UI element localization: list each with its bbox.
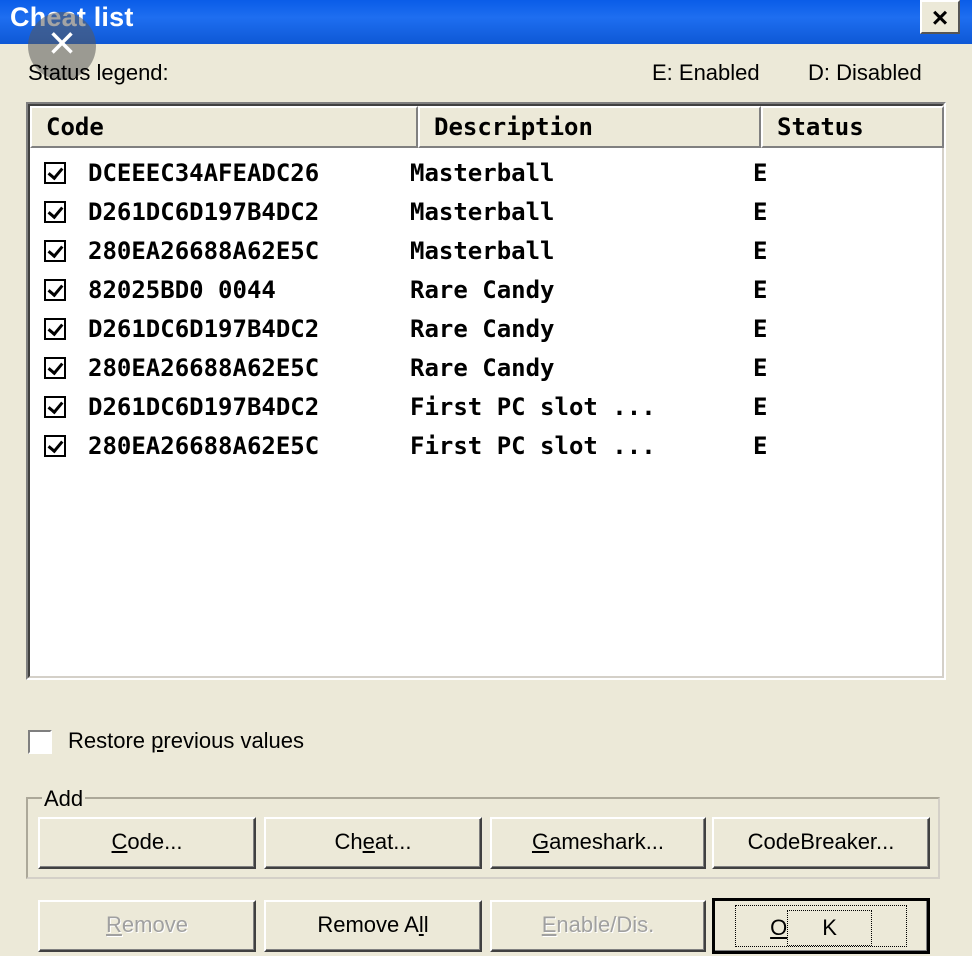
- row-code: 280EA26688A62E5C: [88, 354, 320, 382]
- row-code: 280EA26688A62E5C: [88, 432, 320, 460]
- table-row[interactable]: 280EA26688A62E5C Masterball E: [44, 232, 767, 270]
- table-row[interactable]: 82025BD0 0044 Rare Candy E: [44, 271, 767, 309]
- row-checkbox[interactable]: [44, 240, 66, 262]
- row-code: D261DC6D197B4DC2: [88, 198, 320, 226]
- row-description: Masterball: [410, 159, 555, 187]
- row-checkbox[interactable]: [44, 162, 66, 184]
- row-checkbox[interactable]: [44, 435, 66, 457]
- row-status: E: [753, 354, 768, 382]
- add-codebreaker-button[interactable]: CodeBreaker...: [712, 817, 930, 869]
- row-description: Masterball: [410, 237, 555, 265]
- table-row[interactable]: D261DC6D197B4DC2 Masterball E: [44, 193, 767, 231]
- row-checkbox[interactable]: [44, 396, 66, 418]
- title-bar: Cheat list: [0, 0, 972, 44]
- row-status: E: [753, 198, 768, 226]
- row-checkbox[interactable]: [44, 201, 66, 223]
- row-description: Rare Candy: [410, 315, 555, 343]
- column-header-status[interactable]: Status: [761, 106, 944, 148]
- legend-disabled: D: Disabled: [808, 60, 922, 85]
- row-code: DCEEEC34AFEADC26: [88, 159, 320, 187]
- list-header: Code Description Status: [30, 106, 944, 150]
- cheat-list[interactable]: Code Description Status DCEEEC34AFEADC26…: [26, 102, 946, 680]
- close-button[interactable]: ×: [920, 0, 960, 34]
- row-status: E: [753, 315, 768, 343]
- remove-all-button[interactable]: Remove All: [264, 900, 482, 952]
- add-code-button[interactable]: Code...: [38, 817, 256, 869]
- row-description: Masterball: [410, 198, 555, 226]
- column-header-description[interactable]: Description: [418, 106, 761, 148]
- status-legend-label: Status legend:: [28, 60, 169, 85]
- row-checkbox[interactable]: [44, 357, 66, 379]
- add-cheat-button[interactable]: Cheat...: [264, 817, 482, 869]
- row-description: Rare Candy: [410, 276, 555, 304]
- row-code: 82025BD0 0044: [88, 276, 276, 304]
- row-checkbox[interactable]: [44, 318, 66, 340]
- row-code: D261DC6D197B4DC2: [88, 393, 320, 421]
- add-group-label: Add: [42, 786, 86, 812]
- table-row[interactable]: D261DC6D197B4DC2 Rare Candy E: [44, 310, 767, 348]
- legend-enabled: E: Enabled: [652, 60, 760, 85]
- ok-button[interactable]: OK: [712, 898, 930, 954]
- row-status: E: [753, 159, 768, 187]
- row-code: D261DC6D197B4DC2: [88, 315, 320, 343]
- table-row[interactable]: 280EA26688A62E5C First PC slot ... E: [44, 427, 767, 465]
- restore-previous-values-label: Restore previous values: [68, 728, 305, 753]
- row-checkbox[interactable]: [44, 279, 66, 301]
- row-status: E: [753, 276, 768, 304]
- row-status: E: [753, 432, 768, 460]
- row-description: First PC slot ...: [410, 393, 656, 421]
- table-row[interactable]: D261DC6D197B4DC2 First PC slot ... E: [44, 388, 767, 426]
- enable-disable-button[interactable]: Enable/Dis.: [490, 900, 706, 952]
- remove-button[interactable]: Remove: [38, 900, 256, 952]
- add-gameshark-button[interactable]: Gameshark...: [490, 817, 706, 869]
- row-description: Rare Candy: [410, 354, 555, 382]
- table-row[interactable]: 280EA26688A62E5C Rare Candy E: [44, 349, 767, 387]
- row-status: E: [753, 237, 768, 265]
- column-header-code[interactable]: Code: [30, 106, 418, 148]
- ok-button-label: OK: [735, 905, 907, 947]
- table-row[interactable]: DCEEEC34AFEADC26 Masterball E: [44, 154, 767, 192]
- row-code: 280EA26688A62E5C: [88, 237, 320, 265]
- row-status: E: [753, 393, 768, 421]
- row-description: First PC slot ...: [410, 432, 656, 460]
- restore-previous-values-checkbox[interactable]: [28, 730, 52, 754]
